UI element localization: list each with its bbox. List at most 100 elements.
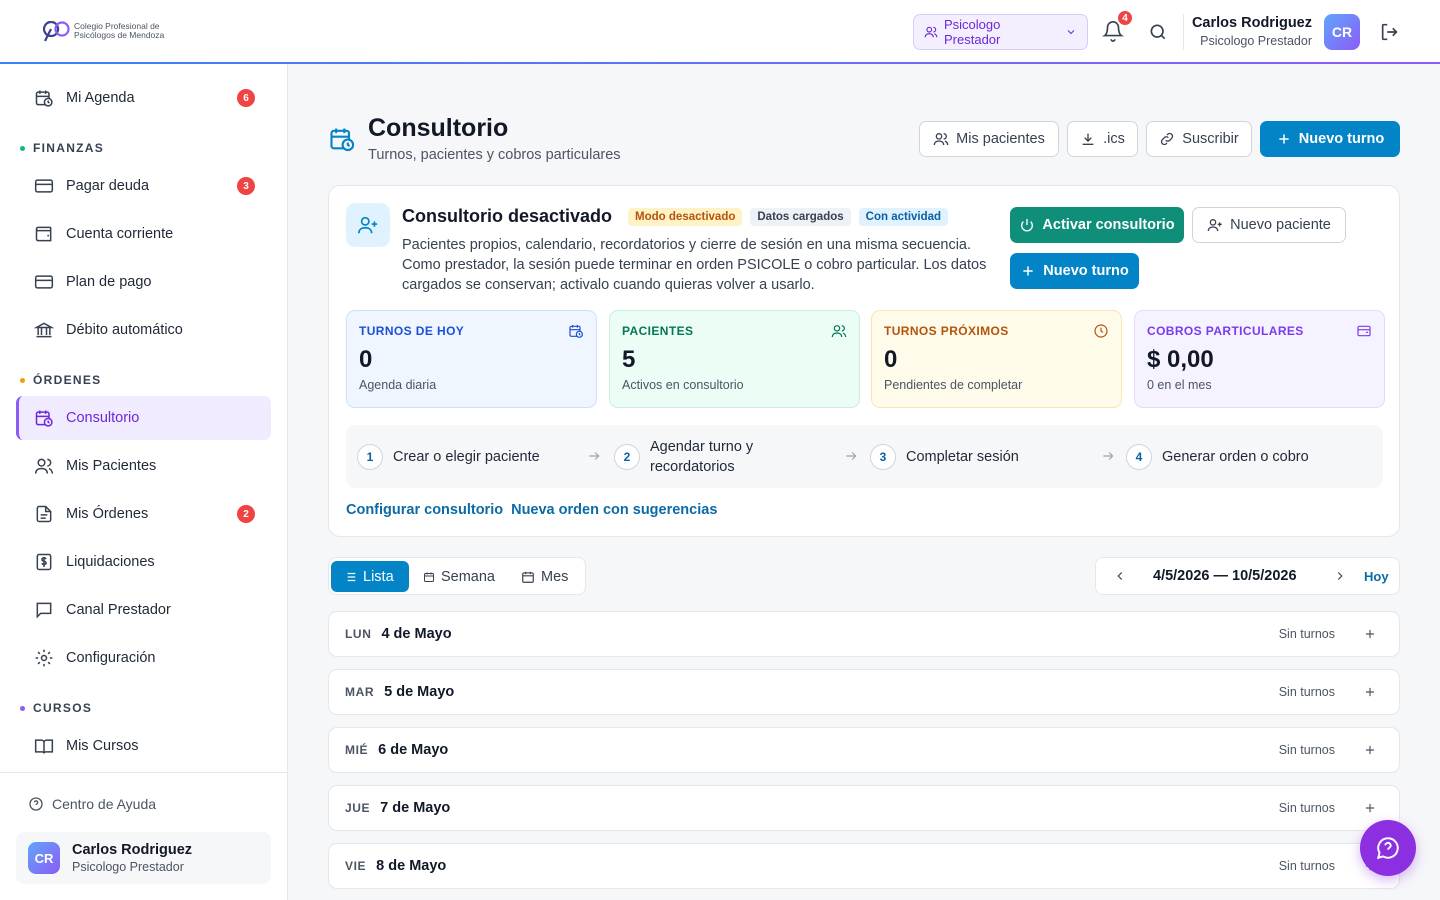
new-patient-label: Nuevo paciente — [1230, 217, 1331, 233]
step-label: Crear o elegir paciente — [393, 448, 540, 465]
sidebar-item-configuracion[interactable]: Configuración — [16, 636, 271, 680]
support-chat-button[interactable] — [1360, 820, 1416, 876]
day-weekday: MIÉ — [345, 743, 369, 757]
stat-card-pacientes: PACIENTES 5 Activos en consultorio — [609, 310, 860, 408]
user-plus-icon — [1207, 219, 1222, 232]
stat-label: COBROS PARTICULARES — [1147, 324, 1304, 338]
day-weekday: JUE — [345, 801, 371, 815]
sidebar-item-label: Mis Cursos — [66, 738, 139, 754]
step-number: 3 — [870, 443, 896, 470]
card-new-appointment-button[interactable]: Nuevo turno — [1010, 253, 1139, 289]
day-row: MIÉ 6 de Mayo Sin turnos — [328, 727, 1400, 773]
logout-button[interactable] — [1379, 21, 1401, 43]
new-order-suggestions-link[interactable]: Nueva orden con sugerencias — [511, 502, 717, 518]
view-tab-semana[interactable]: Semana — [411, 561, 507, 592]
chevron-right-icon[interactable] — [1333, 569, 1347, 583]
sidebar-item-consultorio[interactable]: Consultorio — [16, 396, 271, 440]
sidebar-item-pagar-deuda[interactable]: Pagar deuda 3 — [16, 164, 271, 208]
day-date: 7 de Mayo — [380, 800, 451, 816]
day-row: MAR 5 de Mayo Sin turnos — [328, 669, 1400, 715]
chevron-left-icon[interactable] — [1113, 569, 1127, 583]
day-weekday: MAR — [345, 685, 375, 699]
sidebar-badge: 3 — [237, 177, 255, 195]
role-selector[interactable]: Psicologo Prestador — [913, 14, 1088, 50]
activate-consultorio-button[interactable]: Activar consultorio — [1010, 207, 1184, 243]
sidebar-item-mis-ordenes[interactable]: Mis Órdenes 2 — [16, 492, 271, 536]
day-date: 8 de Mayo — [376, 858, 447, 874]
step-number: 1 — [357, 443, 383, 470]
stat-value: 0 — [884, 346, 898, 373]
sidebar-item-label: Consultorio — [66, 410, 140, 426]
new-patient-button[interactable]: Nuevo paciente — [1192, 207, 1346, 243]
subscribe-label: Suscribir — [1182, 131, 1239, 147]
help-center-link[interactable]: Centro de Ayuda — [28, 796, 156, 812]
users-icon — [831, 325, 847, 338]
calendar-icon — [522, 571, 534, 583]
help-center-label: Centro de Ayuda — [52, 796, 157, 812]
subscribe-button[interactable]: Suscribir — [1146, 121, 1252, 157]
plus-icon[interactable] — [1363, 627, 1377, 641]
day-status: Sin turnos — [1278, 743, 1335, 757]
logo-line-2: Psicólogos de Mendoza — [74, 30, 165, 40]
day-status: Sin turnos — [1278, 627, 1335, 641]
view-tab-mes[interactable]: Mes — [509, 561, 583, 592]
stat-value: $ 0,00 — [1147, 346, 1214, 373]
sidebar-item-cuenta-corriente[interactable]: Cuenta corriente — [16, 212, 271, 256]
clock-icon — [1094, 324, 1108, 338]
sidebar-item-mis-pacientes[interactable]: Mis Pacientes — [16, 444, 271, 488]
user-plus-icon — [358, 216, 378, 234]
step-number: 2 — [614, 443, 640, 470]
sidebar-user-card[interactable]: CR Carlos Rodriguez Psicologo Prestador — [16, 832, 271, 884]
export-ics-label: .ics — [1103, 131, 1125, 147]
power-icon — [1021, 219, 1034, 232]
day-date: 4 de Mayo — [381, 626, 452, 642]
sidebar-item-label: Mis Órdenes — [66, 506, 149, 522]
sidebar-item-plan-de-pago[interactable]: Plan de pago — [16, 260, 271, 304]
logo[interactable]: Colegio Profesional de Psicólogos de Men… — [42, 19, 184, 43]
search-button[interactable] — [1148, 22, 1168, 42]
page-subtitle: Turnos, pacientes y cobros particulares — [368, 147, 621, 163]
day-status: Sin turnos — [1278, 859, 1335, 873]
sidebar-item-label: Canal Prestador — [66, 602, 171, 618]
day-row: JUE 7 de Mayo Sin turnos — [328, 785, 1400, 831]
header-user-info[interactable]: Carlos Rodriguez Psicologo Prestador — [1192, 15, 1312, 48]
credit-card-icon — [34, 275, 54, 289]
message-icon — [36, 602, 52, 619]
plus-icon[interactable] — [1363, 801, 1377, 815]
section-title: ÓRDENES — [33, 373, 102, 387]
sidebar-item-mi-agenda[interactable]: Mi Agenda 6 — [16, 76, 271, 120]
view-tab-label: Lista — [363, 568, 394, 585]
status-badge: Modo desactivado — [628, 207, 743, 226]
sidebar-item-debito-automatico[interactable]: Débito automático — [16, 308, 271, 352]
export-ics-button[interactable]: .ics — [1067, 121, 1138, 157]
plus-icon[interactable] — [1363, 743, 1377, 757]
chat-help-icon — [1376, 837, 1399, 860]
date-range: 4/5/2026 — 10/5/2026 — [1153, 568, 1297, 584]
link-icon — [1161, 132, 1174, 146]
logout-icon — [1381, 23, 1398, 41]
calendar-clock-icon — [330, 128, 355, 152]
stat-value: 0 — [359, 346, 373, 373]
card-new-appointment-label: Nuevo turno — [1043, 263, 1129, 279]
sidebar-item-canal-prestador[interactable]: Canal Prestador — [16, 588, 271, 632]
new-appointment-button[interactable]: Nuevo turno — [1260, 121, 1400, 157]
role-selector-label: Psicologo Prestador — [944, 17, 1001, 47]
sidebar-item-mis-cursos[interactable]: Mis Cursos — [16, 724, 271, 768]
my-patients-label: Mis pacientes — [956, 131, 1045, 147]
date-navigator: 4/5/2026 — 10/5/2026 Hoy — [1095, 557, 1400, 595]
card-title: Consultorio desactivado — [402, 206, 613, 226]
gear-icon — [35, 649, 53, 667]
my-patients-button[interactable]: Mis pacientes — [919, 121, 1059, 157]
section-dot — [20, 377, 25, 383]
plus-icon[interactable] — [1363, 685, 1377, 699]
sidebar-item-label: Configuración — [66, 650, 156, 666]
sidebar-item-label: Plan de pago — [66, 274, 152, 290]
sidebar-user-name: Carlos Rodriguez — [72, 842, 193, 858]
view-tab-lista[interactable]: Lista — [331, 561, 409, 592]
configure-consultorio-link[interactable]: Configurar consultorio — [346, 502, 503, 518]
avatar[interactable]: CR — [1324, 14, 1360, 50]
today-button[interactable]: Hoy — [1364, 569, 1389, 584]
calendar-clock-icon — [569, 325, 583, 338]
sidebar: Mi Agenda 6 FINANZAS Pagar deuda 3 Cuent… — [0, 64, 288, 900]
sidebar-item-liquidaciones[interactable]: Liquidaciones — [16, 540, 271, 584]
